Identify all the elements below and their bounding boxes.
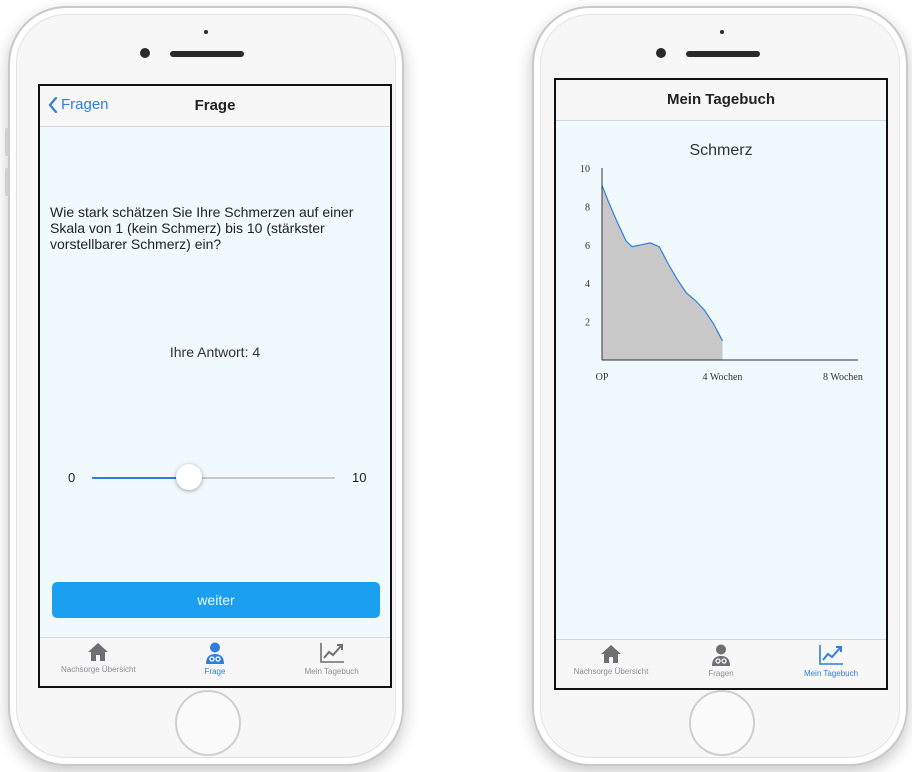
slider-thumb[interactable] (176, 464, 203, 490)
sensor-icon (204, 30, 208, 34)
home-button[interactable] (175, 690, 241, 756)
pain-chart: 2 4 6 8 10 OP 4 Wochen 8 Wochen (580, 164, 863, 383)
slider-fill (92, 477, 190, 479)
navigation-bar: Mein Tagebuch (556, 80, 886, 121)
y-tick-label: 10 (580, 164, 590, 175)
y-tick-label: 4 (585, 279, 590, 290)
tab-label: Nachsorge Übersicht (573, 667, 649, 676)
continue-button[interactable]: weiter (52, 582, 380, 618)
chart-icon (319, 643, 344, 663)
question-screen: Fragen Frage Wie stark schätzen Sie Ihre… (38, 84, 392, 688)
speaker-icon (170, 51, 244, 57)
doctor-icon (206, 642, 224, 664)
page-title: Frage (194, 97, 236, 114)
x-tick-label: 8 Wochen (823, 372, 863, 383)
tab-bar: Nachsorge Übersicht Frage Mein Tagebuch (40, 637, 390, 686)
slider-max-label: 10 (352, 470, 367, 485)
answer-text: Ihre Antwort: 4 (169, 344, 261, 360)
chart-icon (819, 645, 843, 665)
sensor-icon (720, 30, 724, 34)
tab-overview[interactable]: Nachsorge Übersicht (556, 640, 666, 688)
phone-frame-left: Fragen Frage Wie stark schätzen Sie Ihre… (5, 6, 404, 766)
tab-diary[interactable]: Mein Tagebuch (776, 640, 886, 688)
home-icon (88, 643, 109, 661)
tab-diary[interactable]: Mein Tagebuch (273, 638, 390, 686)
navigation-bar: Fragen Frage (40, 86, 390, 127)
camera-icon (656, 48, 666, 58)
tab-overview[interactable]: Nachsorge Übersicht (40, 638, 157, 686)
x-tick-label: 4 Wochen (703, 372, 743, 383)
chart-title: Schmerz (689, 142, 753, 159)
tab-question[interactable]: Frage (157, 638, 274, 686)
camera-icon (140, 48, 150, 58)
volume-button (5, 168, 9, 196)
tab-label: Fragen (708, 669, 734, 678)
pain-slider[interactable] (92, 464, 335, 490)
chart-area (602, 185, 723, 360)
slider-min-label: 0 (68, 470, 76, 485)
tab-label: Mein Tagebuch (803, 669, 859, 678)
x-tick-label: OP (596, 372, 609, 383)
page-title: Mein Tagebuch (666, 91, 776, 108)
speaker-icon (686, 51, 760, 57)
question-text: Wie stark schätzen Sie Ihre Schmerzen au… (50, 204, 354, 252)
volume-button (5, 128, 9, 156)
tab-label: Nachsorge Übersicht (60, 665, 136, 674)
y-tick-label: 8 (585, 202, 590, 213)
tab-label: Frage (204, 667, 226, 676)
doctor-icon (712, 644, 730, 666)
tab-bar: Nachsorge Übersicht Fragen Mein Tagebuch (556, 639, 886, 688)
tab-label: Mein Tagebuch (304, 667, 359, 676)
tab-questions[interactable]: Fragen (666, 640, 776, 688)
y-tick-label: 2 (585, 318, 590, 329)
phone-frame-right: Mein Tagebuch Schmerz 2 4 6 8 10 OP 4 Wochen 8 … (532, 6, 908, 766)
home-icon (601, 645, 621, 663)
home-button[interactable] (689, 690, 755, 756)
y-tick-label: 6 (585, 241, 590, 252)
diary-screen: Mein Tagebuch Schmerz 2 4 6 8 10 OP 4 Wochen 8 … (554, 78, 888, 690)
